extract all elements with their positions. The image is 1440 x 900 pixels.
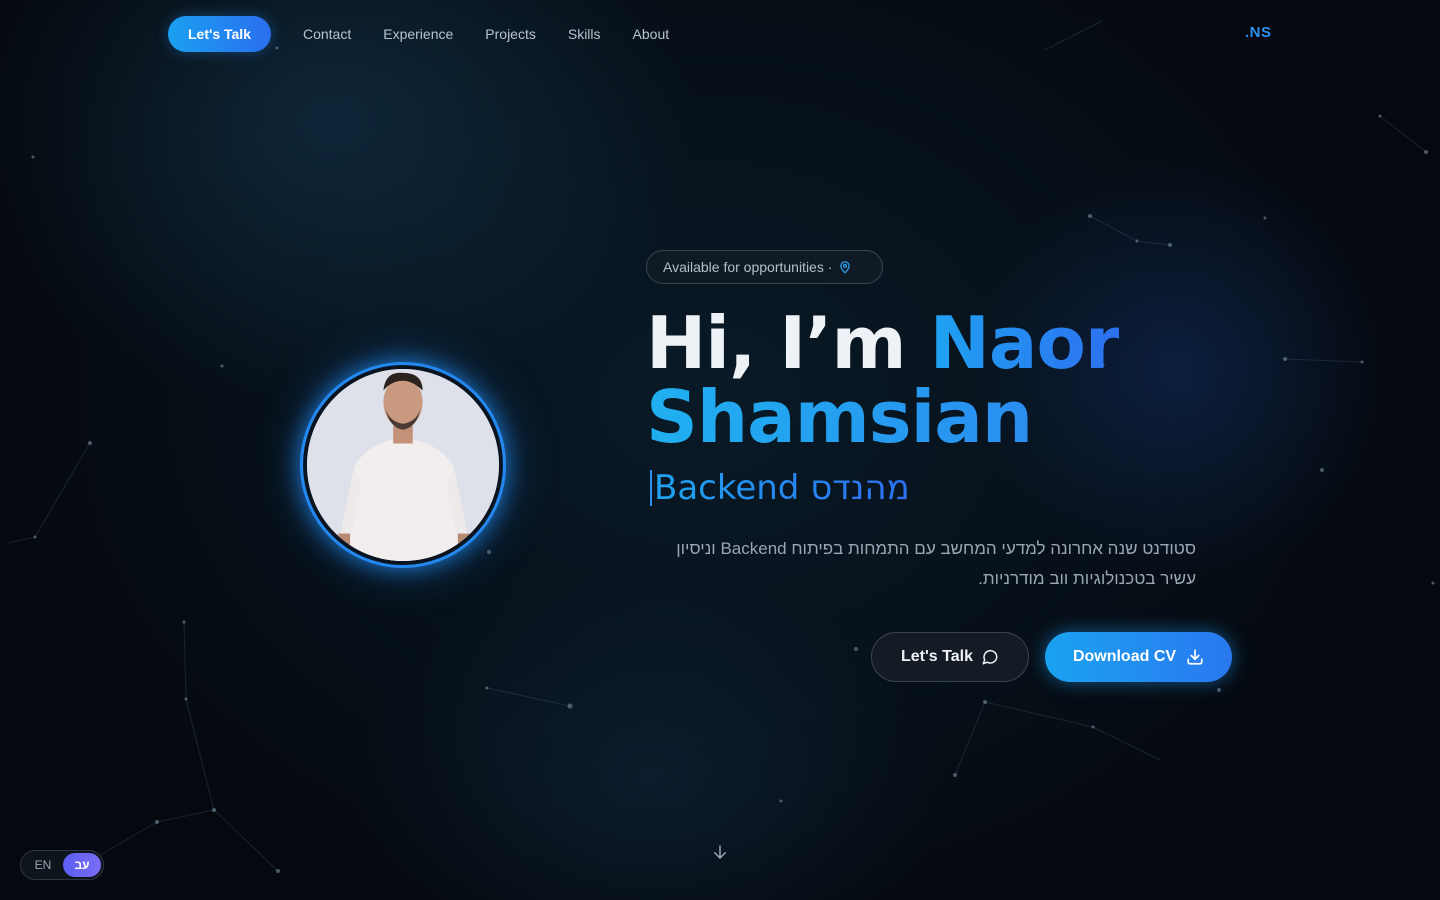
chat-bubble-icon xyxy=(981,648,999,666)
hero-role: Backend מהנדס xyxy=(650,466,910,510)
language-option-he[interactable]: עב xyxy=(63,853,101,877)
lets-talk-label: Let's Talk xyxy=(901,648,973,665)
availability-badge: Available for opportunities · xyxy=(646,250,883,284)
nav-link-experience[interactable]: Experience xyxy=(383,26,453,42)
hero-last-name: Shamsian xyxy=(646,375,1033,459)
language-toggle[interactable]: EN עב xyxy=(20,850,104,880)
nav-lets-talk-button[interactable]: Let's Talk xyxy=(168,16,271,52)
nav-link-skills[interactable]: Skills xyxy=(568,26,601,42)
hero-role-text: Backend מהנדס xyxy=(654,468,910,508)
hero-first-name: Naor xyxy=(929,301,1121,385)
download-icon xyxy=(1186,648,1204,666)
lets-talk-button[interactable]: Let's Talk xyxy=(871,632,1029,682)
typing-cursor xyxy=(650,470,652,506)
profile-avatar-frame xyxy=(300,362,506,568)
hero-greeting: Hi, I’m xyxy=(646,301,930,385)
map-pin-icon xyxy=(838,260,852,274)
site-logo[interactable]: .NS xyxy=(1245,24,1272,41)
download-cv-button[interactable]: Download CV xyxy=(1045,632,1232,682)
nav-link-projects[interactable]: Projects xyxy=(485,26,536,42)
hero-headline: Hi, I’m Naor Shamsian xyxy=(646,306,1246,454)
download-cv-label: Download CV xyxy=(1072,648,1177,665)
availability-text: Available for opportunities · xyxy=(663,259,833,275)
profile-photo xyxy=(305,367,501,563)
arrow-down-icon[interactable] xyxy=(711,843,729,866)
nav-link-about[interactable]: About xyxy=(633,26,670,42)
page: Let's Talk Contact Experience Projects S… xyxy=(0,0,1440,900)
language-option-en[interactable]: EN xyxy=(23,853,63,877)
nav-link-contact[interactable]: Contact xyxy=(303,26,351,42)
hero-description: סטודנט שנה אחרונה למדעי המחשב עם התמחות … xyxy=(676,539,1196,588)
top-nav: Let's Talk Contact Experience Projects S… xyxy=(168,16,669,52)
